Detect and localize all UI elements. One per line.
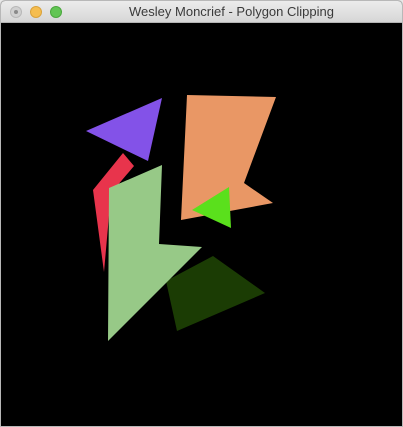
- close-window-button[interactable]: [10, 6, 22, 18]
- purple-polygon: [86, 98, 162, 161]
- window-title: Wesley Moncrief - Polygon Clipping: [129, 4, 334, 19]
- zoom-window-button[interactable]: [50, 6, 62, 18]
- minimize-window-button[interactable]: [30, 6, 42, 18]
- title-bar[interactable]: Wesley Moncrief - Polygon Clipping: [1, 1, 402, 23]
- polygon-canvas-svg: [86, 95, 276, 341]
- app-window: Wesley Moncrief - Polygon Clipping: [0, 0, 403, 427]
- drawing-canvas[interactable]: [1, 23, 402, 426]
